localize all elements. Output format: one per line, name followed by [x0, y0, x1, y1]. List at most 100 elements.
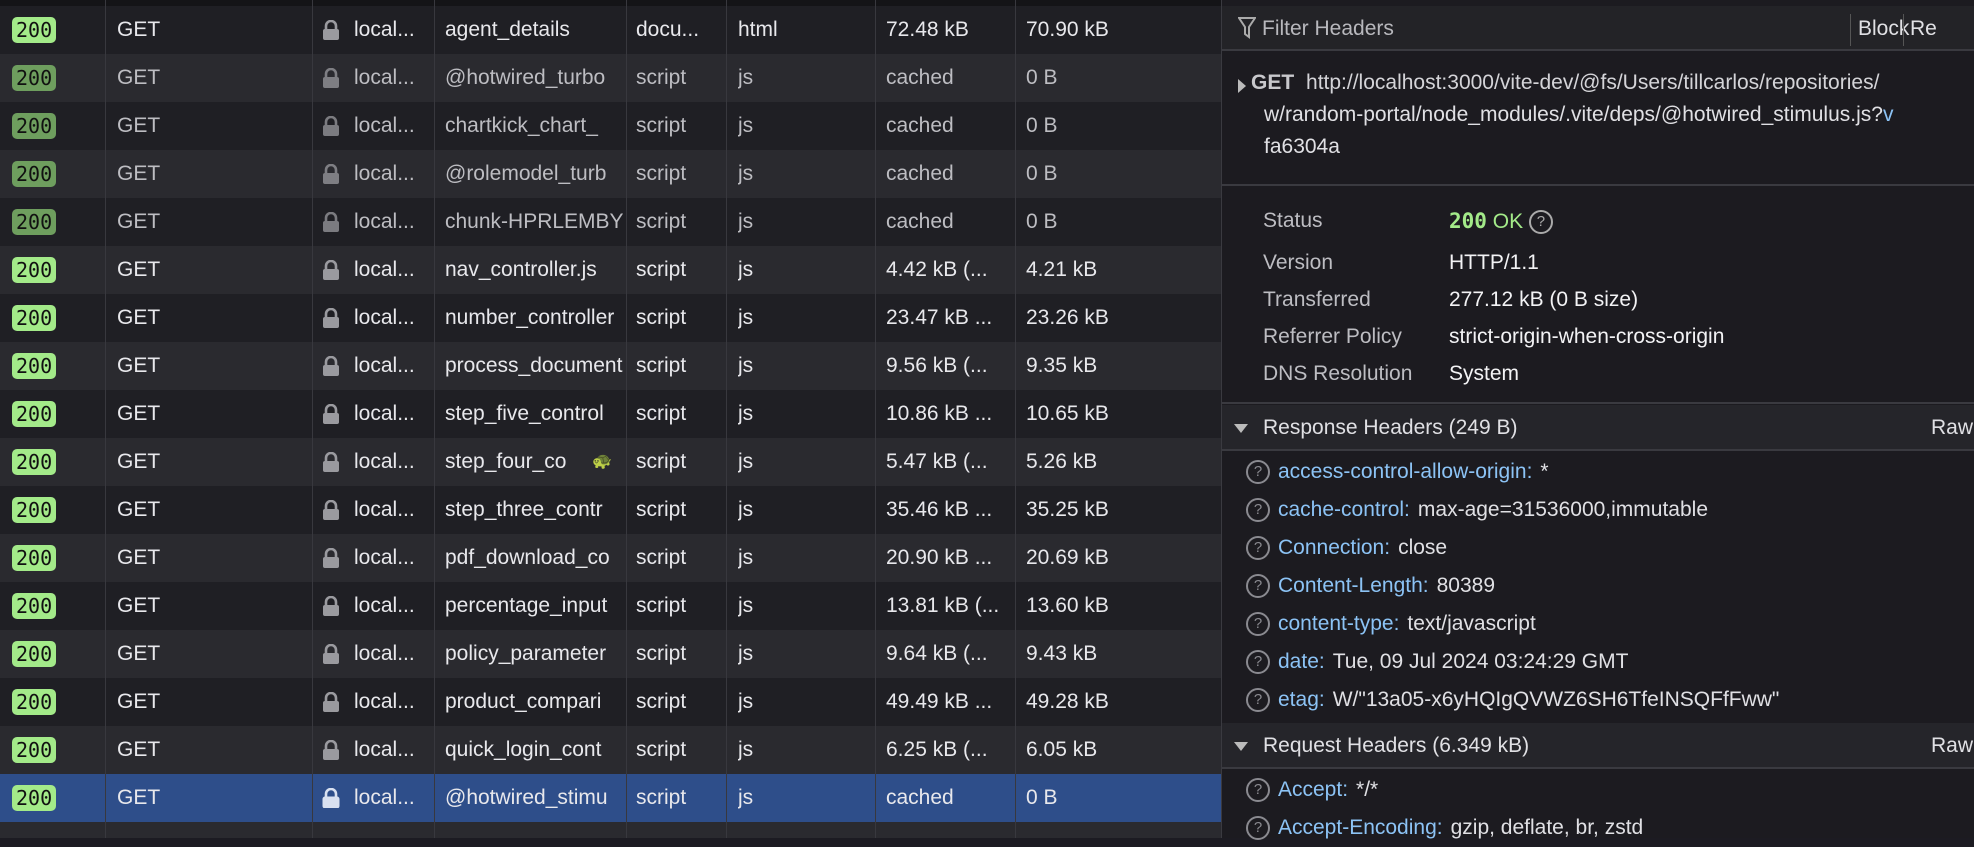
table-row[interactable]: [0, 822, 1221, 838]
column-divider[interactable]: [312, 0, 313, 838]
table-row[interactable]: 200 GET local... product_compari script js 49.…: [0, 678, 1221, 726]
table-row[interactable]: 200 GET local... step_four_co script js 5.47 k…: [0, 438, 1221, 486]
header-name: content-type:: [1278, 612, 1400, 635]
cell-domain: local...: [354, 66, 415, 89]
cell-type: script: [636, 738, 687, 761]
collapse-triangle-icon: [1234, 742, 1248, 751]
cell-file-name: process_document: [445, 354, 623, 377]
header-item[interactable]: ? etag: W/"13a05-x6yHQIgQVWZ6SH6TfeINSQFfF…: [1222, 681, 1974, 719]
request-url-section: GET http://localhost:3000/vite-dev/@fs/U…: [1222, 53, 1974, 186]
table-row[interactable]: 200 GET local... quick_login_cont script js 6.…: [0, 726, 1221, 774]
cell-type: script: [636, 210, 687, 233]
filter-headers-input[interactable]: Filter Headers: [1262, 6, 1842, 51]
lock-icon: [322, 547, 340, 568]
cell-transferred: 49.49 kB ...: [886, 690, 993, 713]
status-badge: 200: [12, 593, 57, 619]
cell-transferred: 35.46 kB ...: [886, 498, 993, 521]
block-button[interactable]: Block: [1858, 6, 1909, 51]
cell-extension: js: [738, 210, 754, 233]
lock-icon: [322, 211, 340, 232]
cell-size: 0 B: [1026, 786, 1058, 809]
help-icon[interactable]: ?: [1246, 574, 1270, 598]
table-row[interactable]: 200 GET local... chartkick_chart_ script js ca…: [0, 102, 1221, 150]
cell-method: GET: [117, 642, 161, 665]
table-row[interactable]: 200 GET local... pdf_download_co script js 20.…: [0, 534, 1221, 582]
table-row[interactable]: 200 GET local... step_five_control script js 1…: [0, 390, 1221, 438]
header-item[interactable]: ? Connection: close: [1222, 529, 1974, 567]
help-icon[interactable]: ?: [1246, 778, 1270, 802]
raw-toggle[interactable]: Raw: [1931, 405, 1973, 451]
header-name: Accept-Encoding:: [1278, 816, 1443, 839]
cell-extension: js: [738, 498, 754, 521]
status-badge: 200: [12, 449, 57, 475]
table-row[interactable]: 200 GET local... step_three_contr script js 35…: [0, 486, 1221, 534]
help-icon[interactable]: ?: [1246, 816, 1270, 840]
cell-extension: js: [738, 546, 754, 569]
cell-transferred: 5.47 kB (...: [886, 450, 988, 473]
header-item[interactable]: ? Accept-Encoding: gzip, deflate, br, zstd: [1222, 809, 1974, 847]
response-headers-toggle[interactable]: Response Headers (249 B) Raw: [1222, 405, 1974, 451]
cell-size: 0 B: [1026, 66, 1058, 89]
header-item[interactable]: ? Accept: */*: [1222, 771, 1974, 809]
summary-referrer-policy: Referrer Policy strict-origin-when-cross…: [1222, 318, 1974, 356]
header-item[interactable]: ? date: Tue, 09 Jul 2024 03:24:29 GMT: [1222, 643, 1974, 681]
cell-file-name: number_controller: [445, 306, 615, 329]
resend-button[interactable]: Re: [1910, 6, 1937, 51]
column-divider[interactable]: [626, 0, 627, 838]
request-summary: Status 200 OK ? Version HTTP/1.1 Transfe…: [1222, 188, 1974, 404]
raw-toggle[interactable]: Raw: [1931, 723, 1973, 769]
table-row[interactable]: 200 GET local... percentage_input script js 13…: [0, 582, 1221, 630]
header-item[interactable]: ? Content-Length: 80389: [1222, 567, 1974, 605]
summary-version: Version HTTP/1.1: [1222, 244, 1974, 282]
help-icon[interactable]: ?: [1246, 612, 1270, 636]
filter-icon: [1237, 16, 1257, 46]
table-row[interactable]: 200 GET local... policy_parameter script js 9.…: [0, 630, 1221, 678]
headers-panel: Filter Headers Block Re GET http://local…: [1221, 0, 1974, 840]
cell-transferred: cached: [886, 210, 954, 233]
column-divider[interactable]: [105, 0, 106, 838]
expand-triangle-icon[interactable]: [1238, 79, 1246, 93]
help-icon[interactable]: ?: [1246, 688, 1270, 712]
table-row[interactable]: 200 GET local... process_document script js 9.…: [0, 342, 1221, 390]
table-row[interactable]: 200 GET local... agent_details docu... html 72…: [0, 6, 1221, 54]
table-row[interactable]: 200 GET local... chunk-HPRLEMBY script js cach…: [0, 198, 1221, 246]
header-value: Tue, 09 Jul 2024 03:24:29 GMT: [1332, 650, 1629, 673]
status-badge: 200: [12, 209, 57, 235]
cell-transferred: 72.48 kB: [886, 18, 969, 41]
help-icon[interactable]: ?: [1246, 460, 1270, 484]
help-icon[interactable]: ?: [1246, 498, 1270, 522]
help-icon[interactable]: ?: [1528, 210, 1553, 235]
request-headers-toggle[interactable]: Request Headers (6.349 kB) Raw: [1222, 723, 1974, 769]
summary-label: Version: [1263, 251, 1334, 274]
table-row[interactable]: 200 GET local... @hotwired_turbo script js cac…: [0, 54, 1221, 102]
help-icon[interactable]: ?: [1246, 536, 1270, 560]
header-value: */*: [1356, 778, 1379, 801]
column-divider[interactable]: [434, 0, 435, 838]
cell-domain: local...: [354, 690, 415, 713]
header-item[interactable]: ? content-type: text/javascript: [1222, 605, 1974, 643]
header-item[interactable]: ? cache-control: max-age=31536000,immutabl…: [1222, 491, 1974, 529]
header-item[interactable]: ? access-control-allow-origin: *: [1222, 453, 1974, 491]
cell-file-name: pdf_download_co: [445, 546, 610, 569]
summary-label: DNS Resolution: [1263, 362, 1413, 385]
cell-extension: js: [738, 402, 754, 425]
cell-method: GET: [117, 450, 161, 473]
request-url-line2: w/random-portal/node_modules/.vite/deps/…: [1264, 103, 1883, 126]
cell-method: GET: [117, 210, 161, 233]
cell-domain: local...: [354, 114, 415, 137]
header-value: W/"13a05-x6yHQIgQVWZ6SH6TfeINSQFfFww": [1332, 688, 1780, 711]
column-divider[interactable]: [1015, 0, 1016, 838]
help-icon[interactable]: ?: [1246, 650, 1270, 674]
column-divider[interactable]: [726, 0, 727, 838]
table-row[interactable]: 200 GET local... nav_controller.js script js 4…: [0, 246, 1221, 294]
lock-icon: [322, 643, 340, 664]
table-row[interactable]: 200 GET local... number_controller script js 2…: [0, 294, 1221, 342]
column-divider[interactable]: [875, 0, 876, 838]
status-badge: 200: [12, 785, 57, 811]
cell-transferred: 4.42 kB (...: [886, 258, 988, 281]
request-url[interactable]: http://localhost:3000/vite-dev/@fs/Users…: [1306, 71, 1879, 94]
table-row[interactable]: 200 GET local... @rolemodel_turb script js cac…: [0, 150, 1221, 198]
cell-domain: local...: [354, 546, 415, 569]
table-row[interactable]: 200 GET local... @hotwired_stimu script js cac…: [0, 774, 1221, 822]
cell-method: GET: [117, 594, 161, 617]
